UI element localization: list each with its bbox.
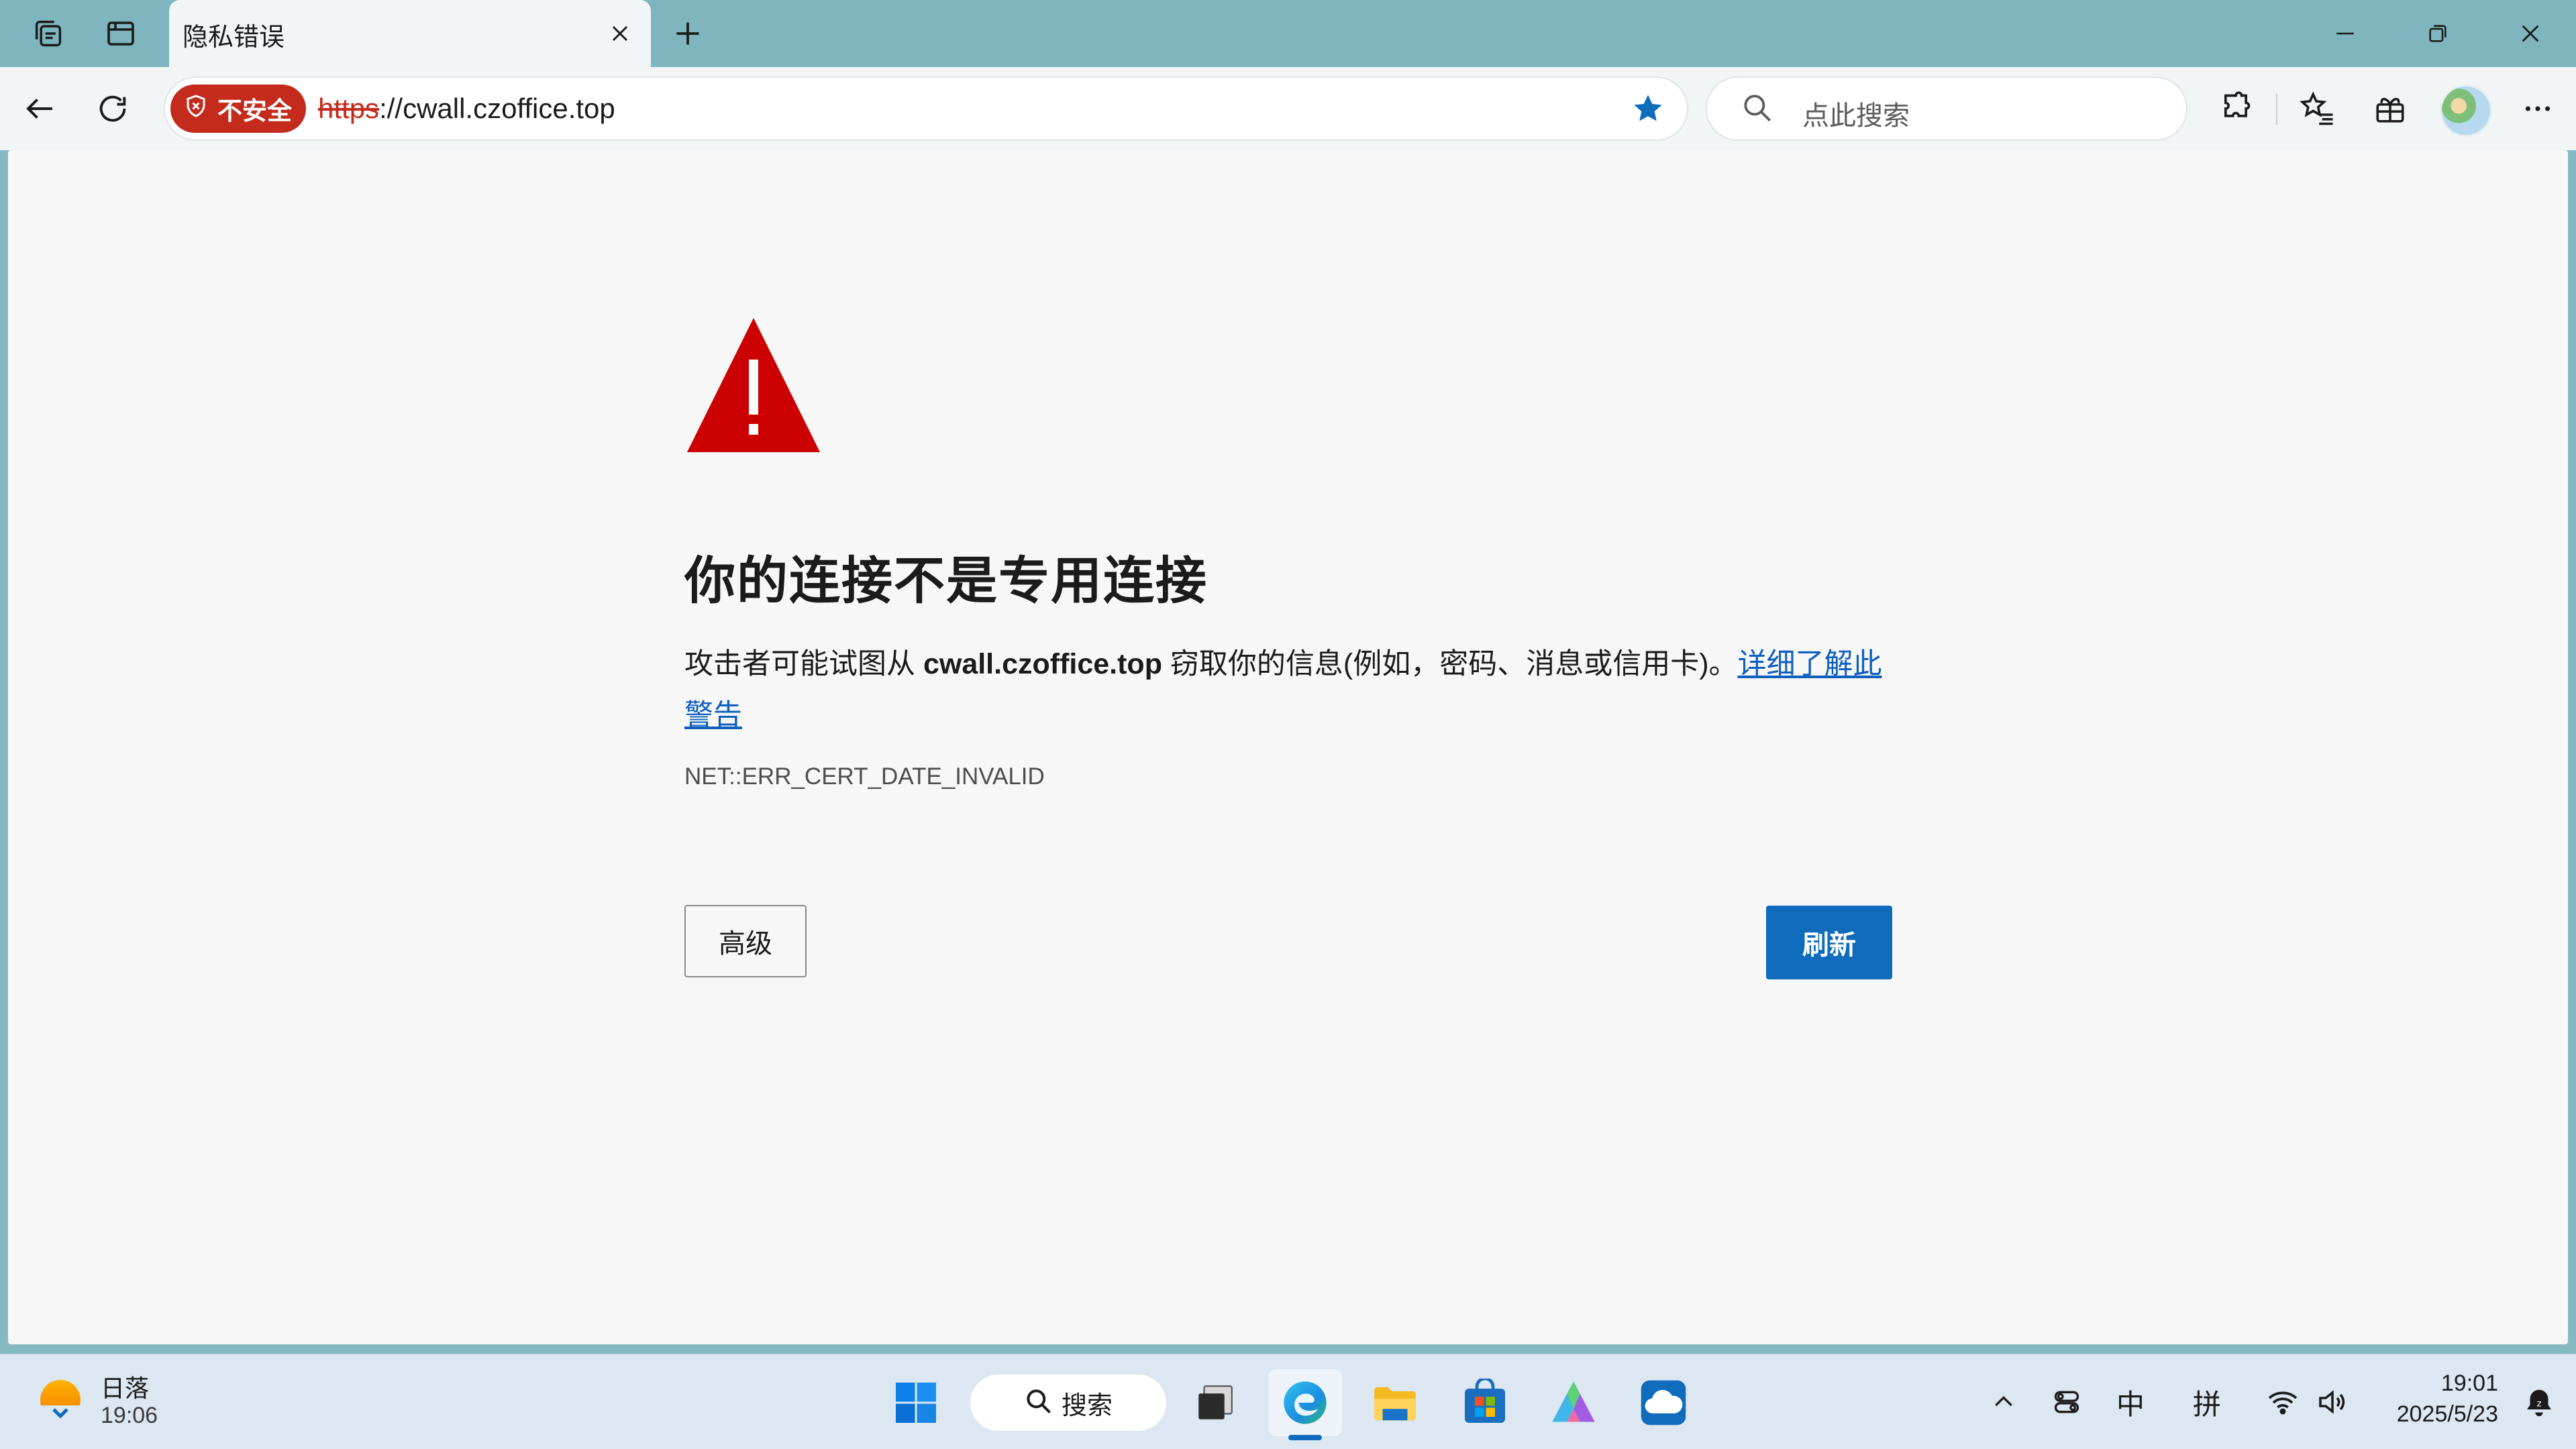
task-view-icon[interactable] — [1178, 1369, 1252, 1436]
title-bar: 隐私错误 — [0, 0, 2576, 67]
url-host: ://cwall.czoffice.top — [379, 93, 615, 124]
search-box[interactable]: 点此搜索 — [1707, 78, 2186, 140]
url-text[interactable]: https://cwall.czoffice.top — [318, 93, 615, 125]
browser-toolbar: 不安全 https://cwall.czoffice.top 点此搜索 — [0, 67, 2576, 150]
search-icon — [1024, 1387, 1053, 1419]
toggle-settings-icon[interactable] — [2047, 1379, 2087, 1426]
weather-time[interactable]: 19:06 — [101, 1403, 158, 1429]
advanced-button[interactable]: 高级 — [684, 905, 807, 977]
restore-icon[interactable] — [2394, 0, 2481, 67]
workspaces-icon[interactable] — [21, 8, 75, 59]
clock-time[interactable]: 19:01 — [2441, 1371, 2498, 1397]
bell-icon[interactable]: z — [2521, 1385, 2557, 1421]
tab-title: 隐私错误 — [183, 23, 285, 52]
error-page: 你的连接不是专用连接 攻击者可能试图从 cwall.czoffice.top 窃… — [8, 150, 2568, 1344]
star-icon[interactable] — [1628, 89, 1668, 129]
volume-icon[interactable] — [2312, 1379, 2353, 1426]
taskbar: 日落 19:06 搜索 中 拼 19:01 2025/5/23 z — [0, 1354, 2576, 1449]
store-icon[interactable] — [1448, 1369, 1522, 1436]
more-icon[interactable] — [2511, 82, 2565, 136]
close-icon[interactable] — [601, 15, 639, 52]
chevron-up-icon[interactable] — [1983, 1379, 2024, 1426]
search-icon — [1741, 91, 1774, 128]
collections-icon[interactable] — [2363, 82, 2417, 136]
edge-icon[interactable] — [1268, 1369, 1342, 1436]
search-placeholder: 点此搜索 — [1802, 101, 1910, 131]
address-bar[interactable]: 不安全 https://cwall.czoffice.top — [165, 78, 1687, 140]
tab-active[interactable]: 隐私错误 — [169, 0, 651, 67]
copilot-icon[interactable] — [1537, 1369, 1610, 1436]
ime-language[interactable]: 中 — [2107, 1379, 2154, 1426]
desc-text-before: 攻击者可能试图从 — [684, 648, 923, 680]
svg-text:z: z — [2536, 1399, 2541, 1409]
refresh-button[interactable]: 刷新 — [1766, 906, 1892, 979]
avatar[interactable] — [2440, 85, 2492, 137]
clock-date[interactable]: 2025/5/23 — [2397, 1401, 2498, 1428]
extensions-icon[interactable] — [2209, 82, 2263, 136]
shield-icon — [184, 94, 208, 124]
warning-icon — [684, 315, 823, 458]
active-app-indicator — [1288, 1435, 1322, 1440]
not-secure-badge[interactable]: 不安全 — [170, 85, 306, 133]
windows-start-icon[interactable] — [879, 1369, 953, 1436]
minimize-icon[interactable] — [2302, 0, 2389, 67]
desc-host: cwall.czoffice.top — [923, 648, 1162, 680]
taskbar-search[interactable]: 搜索 — [970, 1375, 1166, 1431]
not-secure-label: 不安全 — [217, 97, 292, 125]
sunset-icon[interactable] — [35, 1376, 86, 1427]
ime-mode[interactable]: 拼 — [2183, 1379, 2230, 1426]
toolbar-divider — [2276, 94, 2277, 125]
desc-text-after: 窃取你的信息(例如，密码、消息或信用卡)。 — [1162, 648, 1738, 680]
plus-icon[interactable] — [664, 8, 711, 59]
taskbar-search-label: 搜索 — [1062, 1391, 1113, 1420]
refresh-icon[interactable] — [86, 82, 140, 136]
tab-actions-icon[interactable] — [94, 8, 148, 59]
close-window-icon[interactable] — [2487, 0, 2574, 67]
back-arrow-icon[interactable] — [13, 82, 67, 136]
wifi-icon[interactable] — [2263, 1379, 2303, 1426]
weather-title[interactable]: 日落 — [101, 1369, 149, 1404]
error-code: NET::ERR_CERT_DATE_INVALID — [684, 763, 1045, 790]
favorites-icon[interactable] — [2291, 82, 2345, 136]
error-description: 攻击者可能试图从 cwall.czoffice.top 窃取你的信息(例如，密码… — [684, 639, 1906, 741]
url-scheme: https — [318, 93, 380, 124]
page-title: 你的连接不是专用连接 — [684, 553, 1208, 610]
onedrive-icon[interactable] — [1627, 1369, 1700, 1436]
file-explorer-icon[interactable] — [1358, 1369, 1432, 1436]
